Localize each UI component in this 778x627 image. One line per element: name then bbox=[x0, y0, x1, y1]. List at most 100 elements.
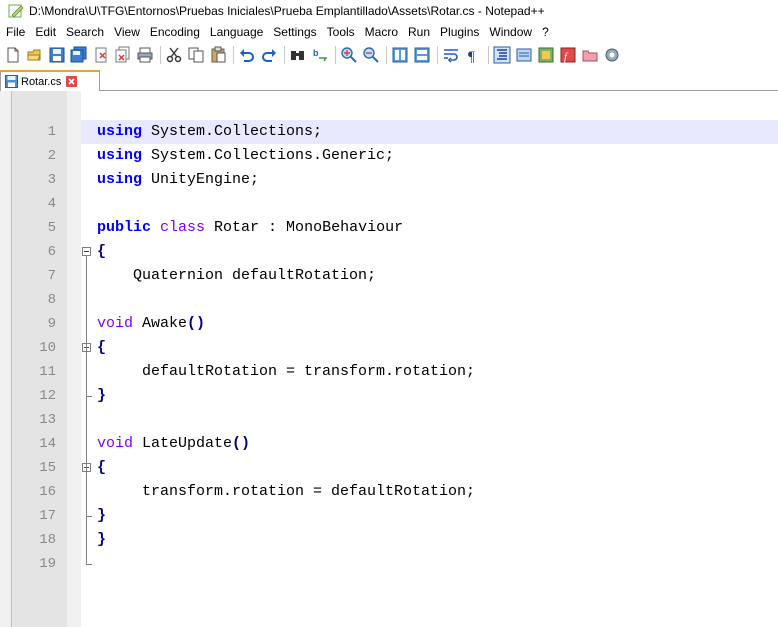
code-line[interactable]: void LateUpdate() bbox=[97, 432, 250, 456]
doc-map-icon[interactable] bbox=[537, 46, 555, 64]
code-token: using bbox=[97, 147, 143, 164]
open-file-icon[interactable] bbox=[26, 46, 44, 64]
code-token: { bbox=[97, 459, 107, 476]
line-number: 15 bbox=[39, 460, 56, 476]
line-number: 7 bbox=[47, 268, 56, 284]
function-list-icon[interactable]: f bbox=[559, 46, 577, 64]
folder-icon[interactable] bbox=[581, 46, 599, 64]
sync-horizontal-icon[interactable] bbox=[413, 46, 431, 64]
close-all-icon[interactable] bbox=[114, 46, 132, 64]
fold-end-marker bbox=[86, 564, 92, 565]
tab-bar: Rotar.cs bbox=[0, 69, 778, 91]
code-token: LateUpdate bbox=[133, 435, 233, 452]
show-all-chars-icon[interactable]: ¶ bbox=[464, 46, 482, 64]
toolbar-separator bbox=[335, 46, 336, 64]
menu-file[interactable]: File bbox=[0, 25, 30, 39]
sync-vertical-icon[interactable] bbox=[391, 46, 409, 64]
word-wrap-icon[interactable] bbox=[442, 46, 460, 64]
menu-tools[interactable]: Tools bbox=[322, 25, 360, 39]
code-token: transform.rotation = defaultRotation; bbox=[97, 483, 476, 500]
line-number: 6 bbox=[47, 244, 56, 260]
code-token: void bbox=[97, 435, 134, 452]
code-line[interactable]: using UnityEngine; bbox=[97, 168, 259, 192]
copy-icon[interactable] bbox=[187, 46, 205, 64]
code-line[interactable]: { bbox=[97, 240, 106, 264]
find-icon[interactable] bbox=[289, 46, 307, 64]
code-line[interactable]: defaultRotation = transform.rotation; bbox=[97, 360, 475, 384]
code-token: class bbox=[160, 219, 206, 236]
menu-window[interactable]: Window bbox=[484, 25, 537, 39]
editor-left-frame bbox=[0, 91, 12, 627]
line-number: 12 bbox=[39, 388, 56, 404]
code-line[interactable]: { bbox=[97, 456, 106, 480]
code-token: defaultRotation = transform.rotation; bbox=[97, 363, 476, 380]
tab-label: Rotar.cs bbox=[21, 75, 62, 88]
save-all-icon[interactable] bbox=[70, 46, 88, 64]
menu-run[interactable]: Run bbox=[403, 25, 435, 39]
svg-text:¶: ¶ bbox=[468, 49, 475, 64]
line-number: 13 bbox=[39, 412, 56, 428]
menu-help[interactable]: ? bbox=[537, 25, 554, 39]
menu-plugins[interactable]: Plugins bbox=[435, 25, 484, 39]
zoom-in-icon[interactable] bbox=[340, 46, 358, 64]
code-line[interactable]: public class Rotar : MonoBehaviour bbox=[97, 216, 403, 240]
code-token: System.Collections; bbox=[142, 123, 323, 140]
code-line[interactable]: } bbox=[97, 384, 106, 408]
cut-icon[interactable] bbox=[165, 46, 183, 64]
toolbar-separator bbox=[386, 46, 387, 64]
undo-icon[interactable] bbox=[238, 46, 256, 64]
zoom-out-icon[interactable] bbox=[362, 46, 380, 64]
line-number: 17 bbox=[39, 508, 56, 524]
replace-icon[interactable]: b bbox=[311, 46, 329, 64]
title-bar: D:\Mondra\U\TFG\Entornos\Pruebas Inicial… bbox=[0, 0, 778, 22]
toolbar-separator bbox=[488, 46, 489, 64]
code-line[interactable]: void Awake() bbox=[97, 312, 205, 336]
line-number: 3 bbox=[47, 172, 56, 188]
code-token: } bbox=[97, 387, 107, 404]
notepadpp-app-icon bbox=[8, 3, 24, 19]
menu-edit[interactable]: Edit bbox=[30, 25, 61, 39]
close-icon[interactable] bbox=[92, 46, 110, 64]
line-number: 9 bbox=[47, 316, 56, 332]
close-tab-icon[interactable] bbox=[66, 76, 78, 87]
window-title: D:\Mondra\U\TFG\Entornos\Pruebas Inicial… bbox=[29, 4, 545, 18]
code-line[interactable]: using System.Collections.Generic; bbox=[97, 144, 394, 168]
toolbar-separator bbox=[437, 46, 438, 64]
line-number: 5 bbox=[47, 220, 56, 236]
new-file-icon[interactable] bbox=[4, 46, 22, 64]
line-number: 4 bbox=[47, 196, 56, 212]
save-icon[interactable] bbox=[48, 46, 66, 64]
code-token: using bbox=[97, 123, 143, 140]
menu-search[interactable]: Search bbox=[61, 25, 109, 39]
menu-language[interactable]: Language bbox=[205, 25, 268, 39]
paste-icon[interactable] bbox=[209, 46, 227, 64]
line-number: 2 bbox=[47, 148, 56, 164]
code-line[interactable]: } bbox=[97, 504, 106, 528]
line-number: 8 bbox=[47, 292, 56, 308]
lang-icon[interactable] bbox=[515, 46, 533, 64]
menu-encoding[interactable]: Encoding bbox=[145, 25, 205, 39]
line-number: 14 bbox=[39, 436, 56, 452]
code-line[interactable]: Quaternion defaultRotation; bbox=[97, 264, 376, 288]
code-token: public bbox=[97, 219, 152, 236]
toolbar-separator bbox=[284, 46, 285, 64]
indent-guide-icon[interactable] bbox=[493, 46, 511, 64]
code-line[interactable]: transform.rotation = defaultRotation; bbox=[97, 480, 475, 504]
fold-guide bbox=[86, 352, 87, 396]
code-token: Awake bbox=[133, 315, 188, 332]
tab-rotar-cs[interactable]: Rotar.cs bbox=[0, 70, 100, 91]
menu-view[interactable]: View bbox=[109, 25, 145, 39]
menu-settings[interactable]: Settings bbox=[268, 25, 321, 39]
line-number: 16 bbox=[39, 484, 56, 500]
menu-macro[interactable]: Macro bbox=[360, 25, 403, 39]
file-saved-icon bbox=[5, 75, 18, 88]
code-token: { bbox=[97, 339, 107, 356]
monitor-icon[interactable] bbox=[603, 46, 621, 64]
redo-icon[interactable] bbox=[260, 46, 278, 64]
print-icon[interactable] bbox=[136, 46, 154, 64]
code-line[interactable]: } bbox=[97, 528, 106, 552]
fold-toggle-icon[interactable] bbox=[82, 247, 91, 256]
code-line[interactable]: using System.Collections; bbox=[97, 120, 322, 144]
code-line[interactable]: { bbox=[97, 336, 106, 360]
